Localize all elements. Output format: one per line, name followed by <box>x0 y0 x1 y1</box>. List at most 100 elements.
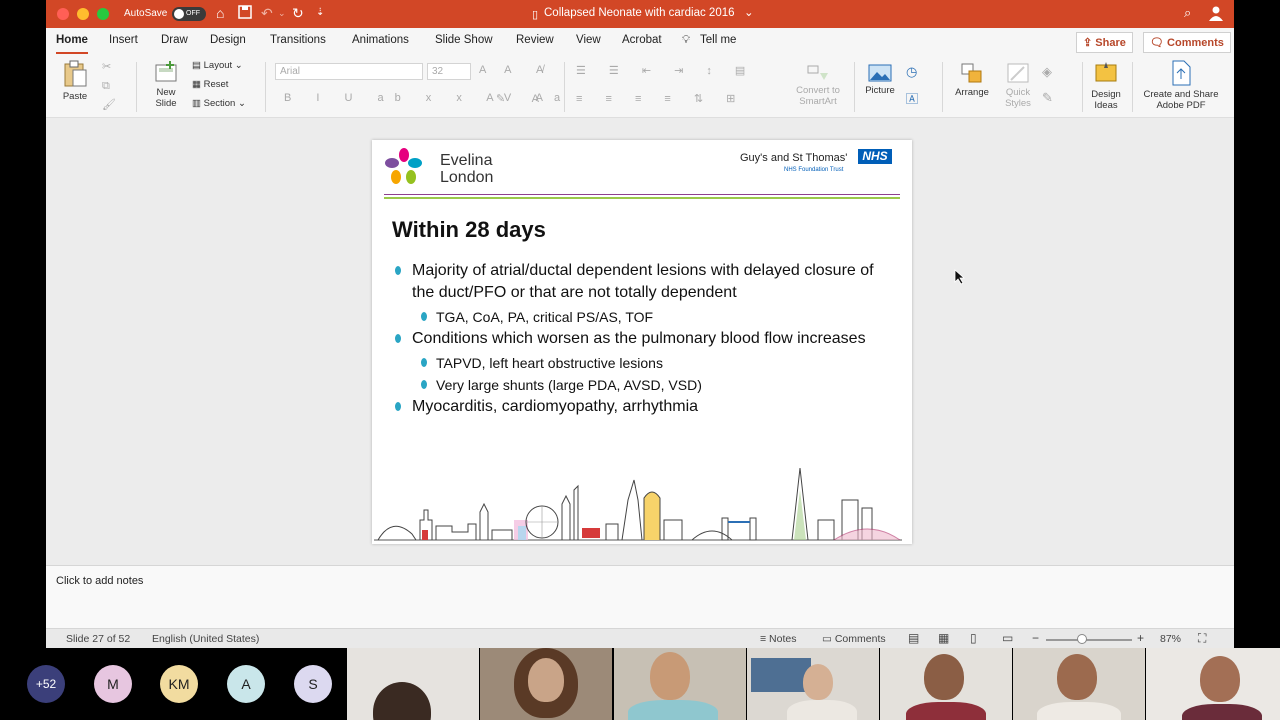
copy-icon[interactable]: ⧉ <box>102 80 110 93</box>
tab-home[interactable]: Home <box>56 34 88 54</box>
autosave-toggle[interactable]: OFF <box>172 7 206 21</box>
picture-button[interactable]: Picture <box>860 64 900 96</box>
design-ideas-button[interactable]: Design Ideas <box>1086 60 1126 111</box>
tab-draw[interactable]: Draw <box>161 34 188 46</box>
notes-pane[interactable]: Click to add notes <box>46 565 1234 628</box>
maximize-window-button[interactable] <box>97 8 109 20</box>
shape-outline-icon[interactable]: ✎ <box>1042 90 1053 106</box>
slide[interactable]: Evelina London Guy's and St Thomas' NHS N… <box>372 140 912 544</box>
title-chevron-icon[interactable]: ⌄ <box>744 5 754 19</box>
participant-video-tile[interactable] <box>614 648 746 720</box>
participant-avatar[interactable]: M <box>94 665 132 703</box>
participant-video-tile[interactable] <box>1146 648 1280 720</box>
shape-fill-icon[interactable]: ◈ <box>1042 64 1052 80</box>
tab-transitions[interactable]: Transitions <box>270 34 326 46</box>
home-icon[interactable]: ⌂ <box>216 5 224 21</box>
new-slide-button[interactable]: New Slide <box>144 60 188 109</box>
tab-design[interactable]: Design <box>210 34 246 46</box>
trust-name: Guy's and St Thomas' <box>740 152 848 164</box>
textbox-icon[interactable]: 🄰 <box>906 90 918 107</box>
participant-avatar[interactable]: S <box>294 665 332 703</box>
tab-insert[interactable]: Insert <box>109 34 138 46</box>
font-size-adjust-icons[interactable]: A A <box>479 64 520 76</box>
meeting-participants-strip: +52 M KM A S <box>0 648 1280 720</box>
zoom-out-button[interactable]: − <box>1032 631 1039 645</box>
picture-icon <box>868 64 892 82</box>
slide-title[interactable]: Within 28 days <box>392 217 546 243</box>
arrange-icon <box>961 63 982 83</box>
zoom-slider-handle[interactable] <box>1077 634 1087 644</box>
font-size-select[interactable]: 32 <box>427 63 471 80</box>
fit-to-window-icon[interactable]: ⛶ <box>1198 631 1206 646</box>
participant-video-tile[interactable] <box>1013 648 1145 720</box>
bullet-3: Myocarditis, cardiomyopathy, arrhythmia <box>392 396 892 418</box>
new-slide-icon <box>155 61 177 82</box>
create-share-pdf-button[interactable]: Create and Share Adobe PDF <box>1138 60 1224 111</box>
reading-view-icon[interactable]: ▯ <box>970 631 977 645</box>
paste-button[interactable]: Paste <box>56 60 94 102</box>
text-color-icons[interactable]: ✎ A <box>496 92 551 105</box>
slide-canvas[interactable]: Evelina London Guy's and St Thomas' NHS N… <box>46 118 1234 565</box>
participant-video-tile[interactable] <box>347 648 479 720</box>
zoom-in-button[interactable]: + <box>1137 631 1144 645</box>
search-icon[interactable]: ⌕ <box>1184 5 1191 21</box>
participant-avatar[interactable]: KM <box>160 665 198 703</box>
slide-sorter-icon[interactable]: ▦ <box>938 631 949 645</box>
cut-icon[interactable]: ✂ <box>102 60 111 73</box>
zoom-level[interactable]: 87% <box>1160 633 1181 645</box>
save-icon[interactable] <box>238 5 252 22</box>
zoom-slider[interactable] <box>1046 639 1132 641</box>
undo-icon[interactable]: ↶ <box>261 5 273 21</box>
lightbulb-icon: 💡︎ <box>682 34 691 46</box>
quick-styles-icon <box>1007 63 1029 83</box>
london-skyline-illustration <box>374 467 902 541</box>
share-button[interactable]: ⇪ Share <box>1076 32 1133 53</box>
slide-body[interactable]: Majority of atrial/ductal dependent lesi… <box>392 260 892 420</box>
tab-view[interactable]: View <box>576 34 601 46</box>
participant-video-tile[interactable] <box>880 648 1012 720</box>
undo-dropdown-icon[interactable]: ⌄ <box>278 5 286 21</box>
ribbon-toolbar: Paste ✂ ⧉ 🖌︎ New Slide ▤ Layout ⌄ ▦ Reset… <box>46 54 1234 118</box>
customize-toolbar-icon[interactable]: ⇣ <box>316 5 324 21</box>
powerpoint-window: AutoSave OFF ⌂ ↶ ⌄ ↻ ⇣ ▯ Collapsed Neona… <box>46 0 1234 648</box>
comment-icon: ▭ <box>822 633 835 645</box>
header-rule-purple <box>384 194 900 195</box>
tell-me-search[interactable]: Tell me <box>700 34 736 46</box>
comments-button[interactable]: 🗨︎ Comments <box>1143 32 1231 53</box>
minimize-window-button[interactable] <box>77 8 89 20</box>
comments-toggle[interactable]: ▭ Comments <box>822 633 886 645</box>
arrange-button[interactable]: Arrange <box>950 62 994 98</box>
participant-video-tile[interactable] <box>747 648 879 720</box>
format-painter-icon[interactable]: 🖌︎ <box>102 98 116 111</box>
redo-icon[interactable]: ↻ <box>292 5 304 21</box>
section-button[interactable]: ▥ Section ⌄ <box>192 98 246 109</box>
notes-toggle[interactable]: ≡ Notes <box>760 633 796 645</box>
layout-button[interactable]: ▤ Layout ⌄ <box>192 60 243 71</box>
close-window-button[interactable] <box>57 8 69 20</box>
sub-bullet-2-1: TAPVD, left heart obstructive lesions <box>392 352 892 374</box>
tab-review[interactable]: Review <box>516 34 554 46</box>
participant-video-tile[interactable] <box>480 648 612 720</box>
pdf-icon <box>1172 60 1191 86</box>
tab-animations[interactable]: Animations <box>352 34 409 46</box>
alignment-icons[interactable]: ≡ ≡ ≡ ≡ ⇅ ⊞ <box>576 92 745 105</box>
tab-slide-show[interactable]: Slide Show <box>435 34 493 46</box>
tab-acrobat[interactable]: Acrobat <box>622 34 662 46</box>
slideshow-view-icon[interactable]: ▭ <box>1002 631 1013 645</box>
font-name-select[interactable]: Arial <box>275 63 423 80</box>
clear-formatting-icon[interactable]: A̸ <box>536 64 551 76</box>
participant-avatar[interactable]: A <box>227 665 265 703</box>
more-participants-badge[interactable]: +52 <box>27 665 65 703</box>
convert-to-smartart-button[interactable]: Convert to SmartArt <box>788 64 848 107</box>
design-ideas-icon <box>1095 62 1117 82</box>
account-icon[interactable] <box>1209 5 1223 24</box>
title-bar: AutoSave OFF ⌂ ↶ ⌄ ↻ ⇣ ▯ Collapsed Neona… <box>46 0 1234 28</box>
notes-placeholder[interactable]: Click to add notes <box>56 575 143 587</box>
reset-button[interactable]: ▦ Reset <box>192 79 228 90</box>
shapes-icon[interactable]: ◷ <box>906 64 917 80</box>
list-icons[interactable]: ☰ ☰ ⇤ ⇥ ↕ ▤ <box>576 64 755 77</box>
language-indicator[interactable]: English (United States) <box>152 633 259 645</box>
normal-view-icon[interactable]: ▤ <box>908 631 919 645</box>
clipboard-icon <box>64 60 87 87</box>
quick-styles-button[interactable]: Quick Styles <box>998 62 1038 109</box>
